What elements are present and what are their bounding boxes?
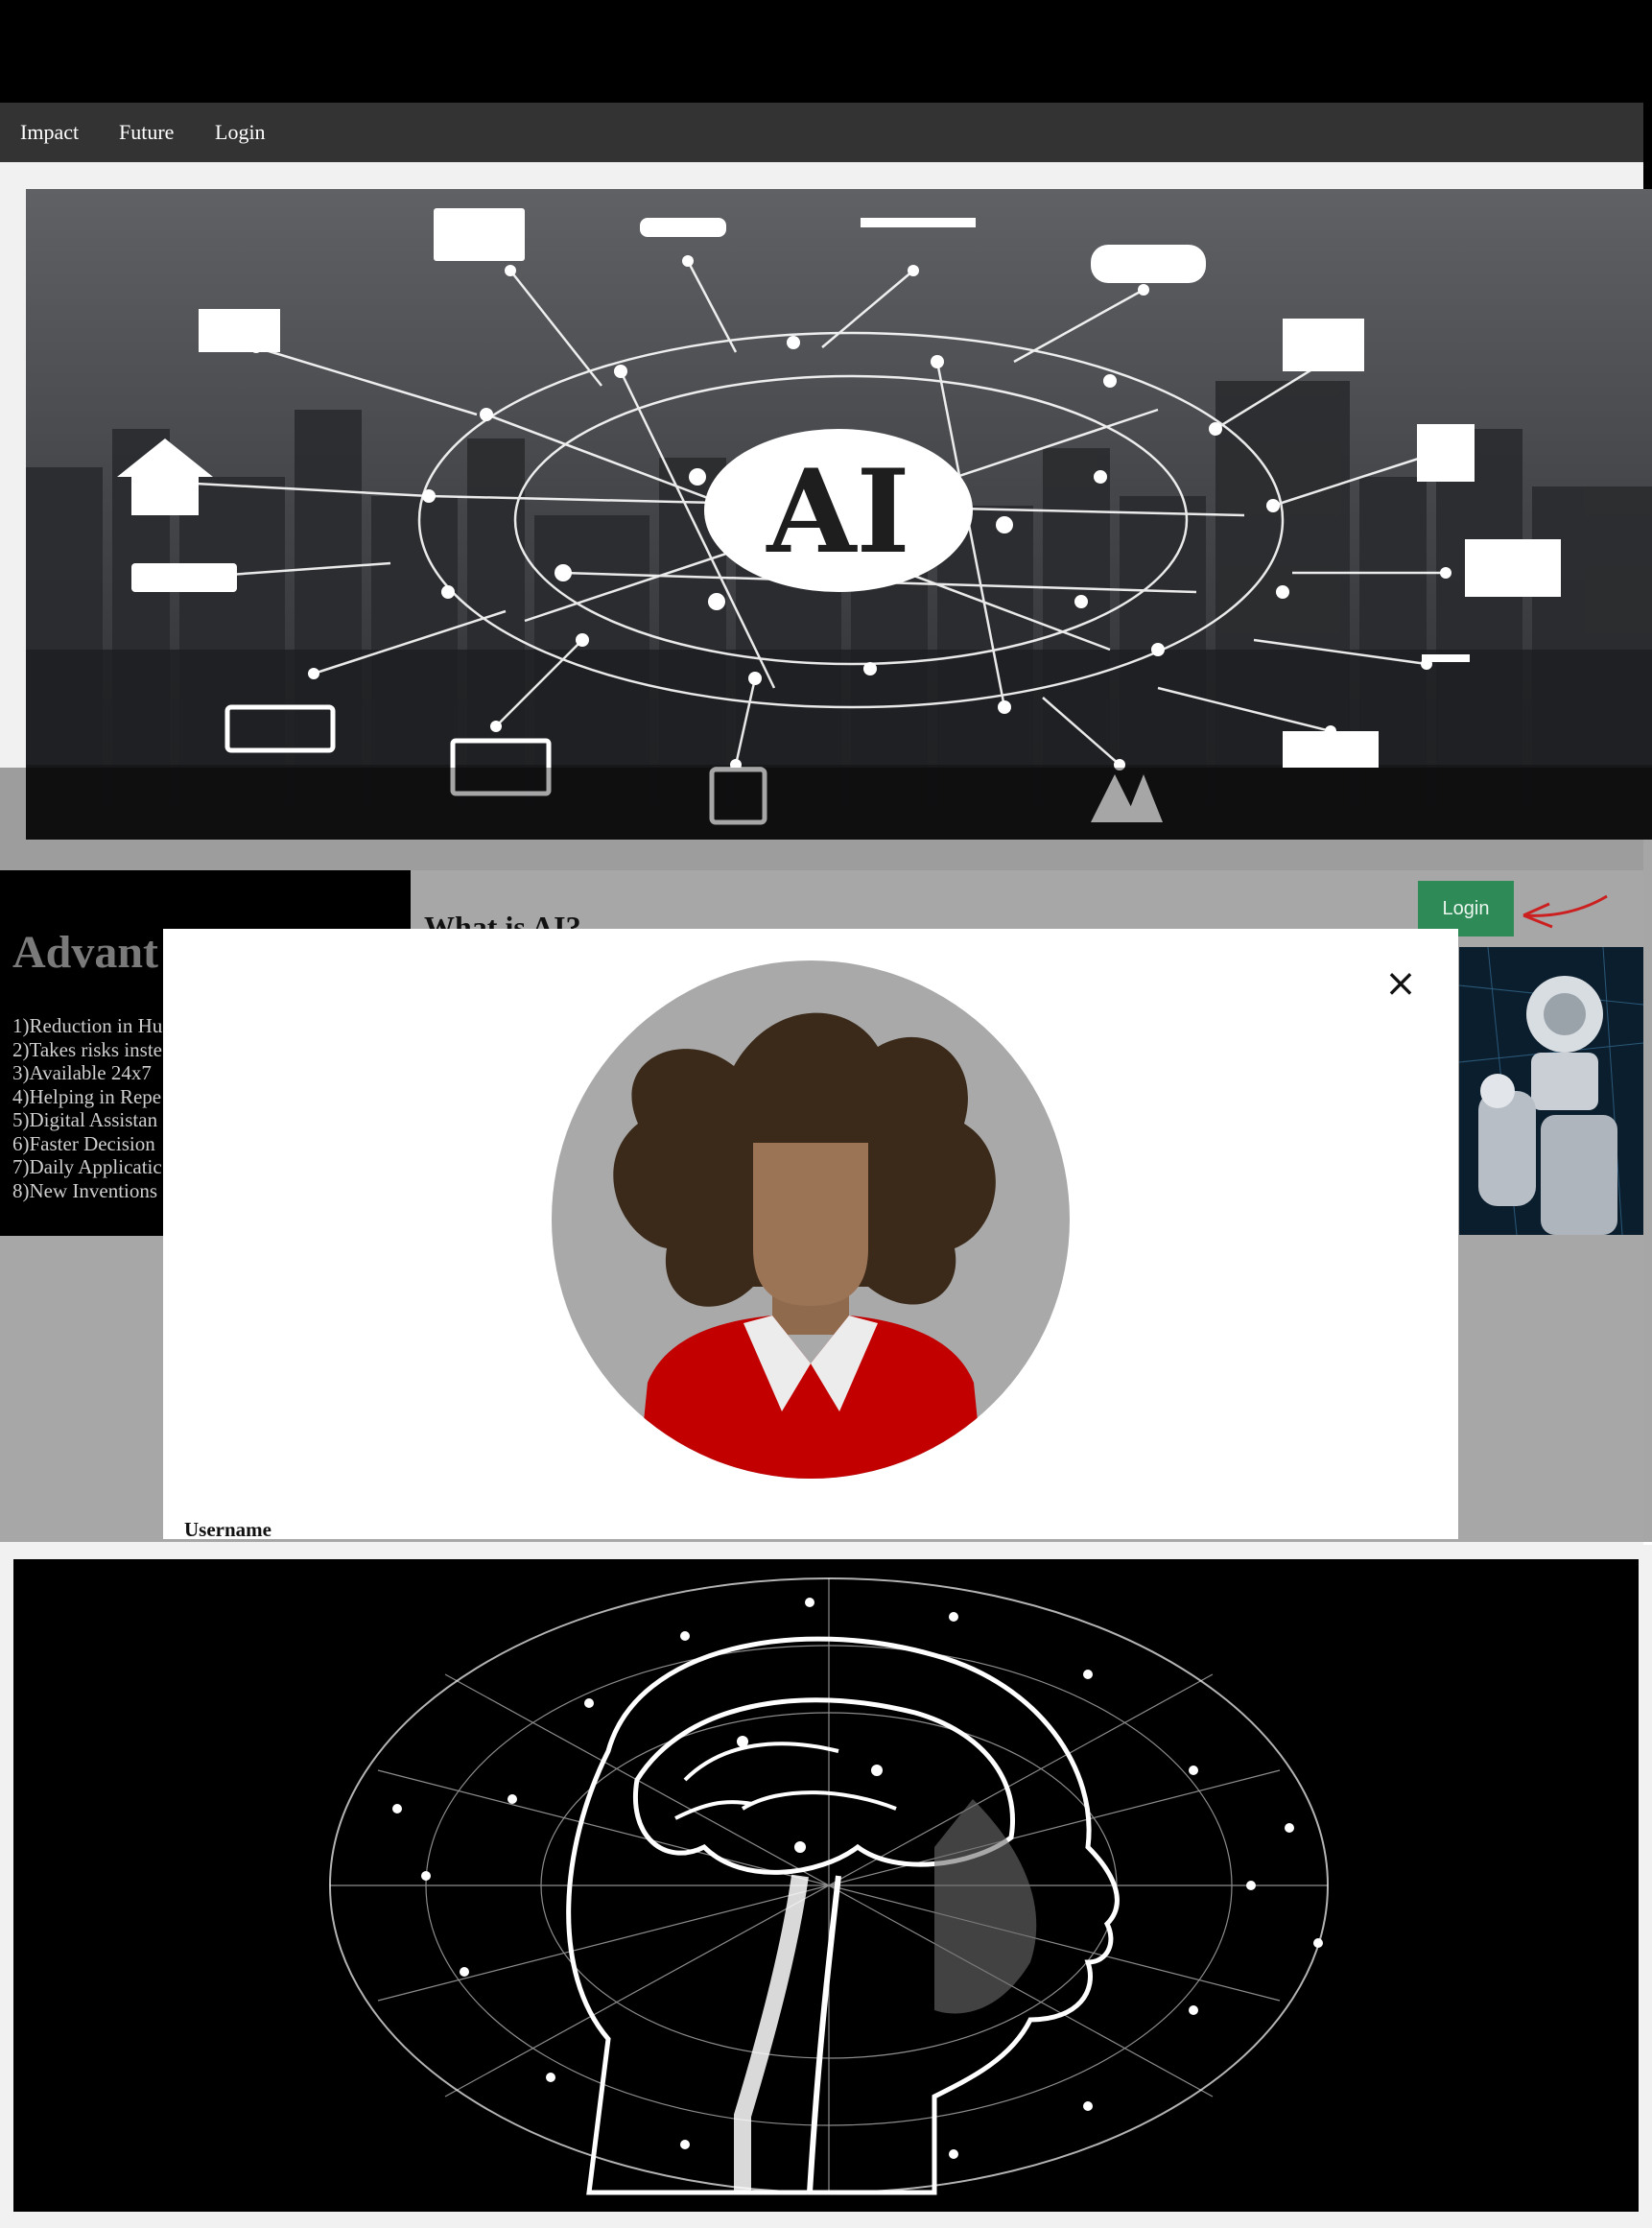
advantage-item: 3)Available 24x7: [12, 1061, 152, 1084]
human-brain-network-image: [13, 1559, 1639, 2212]
right-edge: [1643, 103, 1652, 189]
top-black-band: [0, 0, 1652, 103]
advantage-item: 7)Daily Applicatic: [12, 1155, 162, 1178]
advantage-item: 8)New Inventions: [12, 1178, 158, 1202]
hero-image: AI: [26, 189, 1652, 840]
close-icon[interactable]: ×: [1381, 964, 1420, 1003]
advantage-item: 1)Reduction in Hu: [12, 1014, 163, 1037]
advantage-item: 5)Digital Assistan: [12, 1108, 158, 1131]
advantage-item: 2)Takes risks inste: [12, 1037, 163, 1061]
login-modal: × Username: [163, 929, 1458, 1541]
robot-image: [1459, 947, 1643, 1235]
navbar: Impact Future Login: [0, 103, 1643, 162]
username-label: Username: [184, 1518, 271, 1541]
advantages-list: 1)Reduction in Hu 2)Takes risks inste 3)…: [12, 1014, 162, 1202]
thinking-robot-image: [1459, 947, 1643, 1235]
ai-city-network-image: AI: [26, 189, 1652, 840]
avatar: [552, 960, 1070, 1479]
ai-badge-text: AI: [766, 444, 909, 580]
advantage-item: 4)Helping in Repe: [12, 1084, 162, 1108]
nav-login[interactable]: Login: [215, 103, 266, 162]
advantage-item: 6)Faster Decision: [12, 1131, 155, 1155]
brain-network-image: [13, 1559, 1639, 2212]
arrow-annotation-icon: [1522, 894, 1608, 929]
nav-impact[interactable]: Impact: [20, 103, 79, 162]
nav-future[interactable]: Future: [119, 103, 174, 162]
advantages-title: Advant: [12, 927, 159, 978]
